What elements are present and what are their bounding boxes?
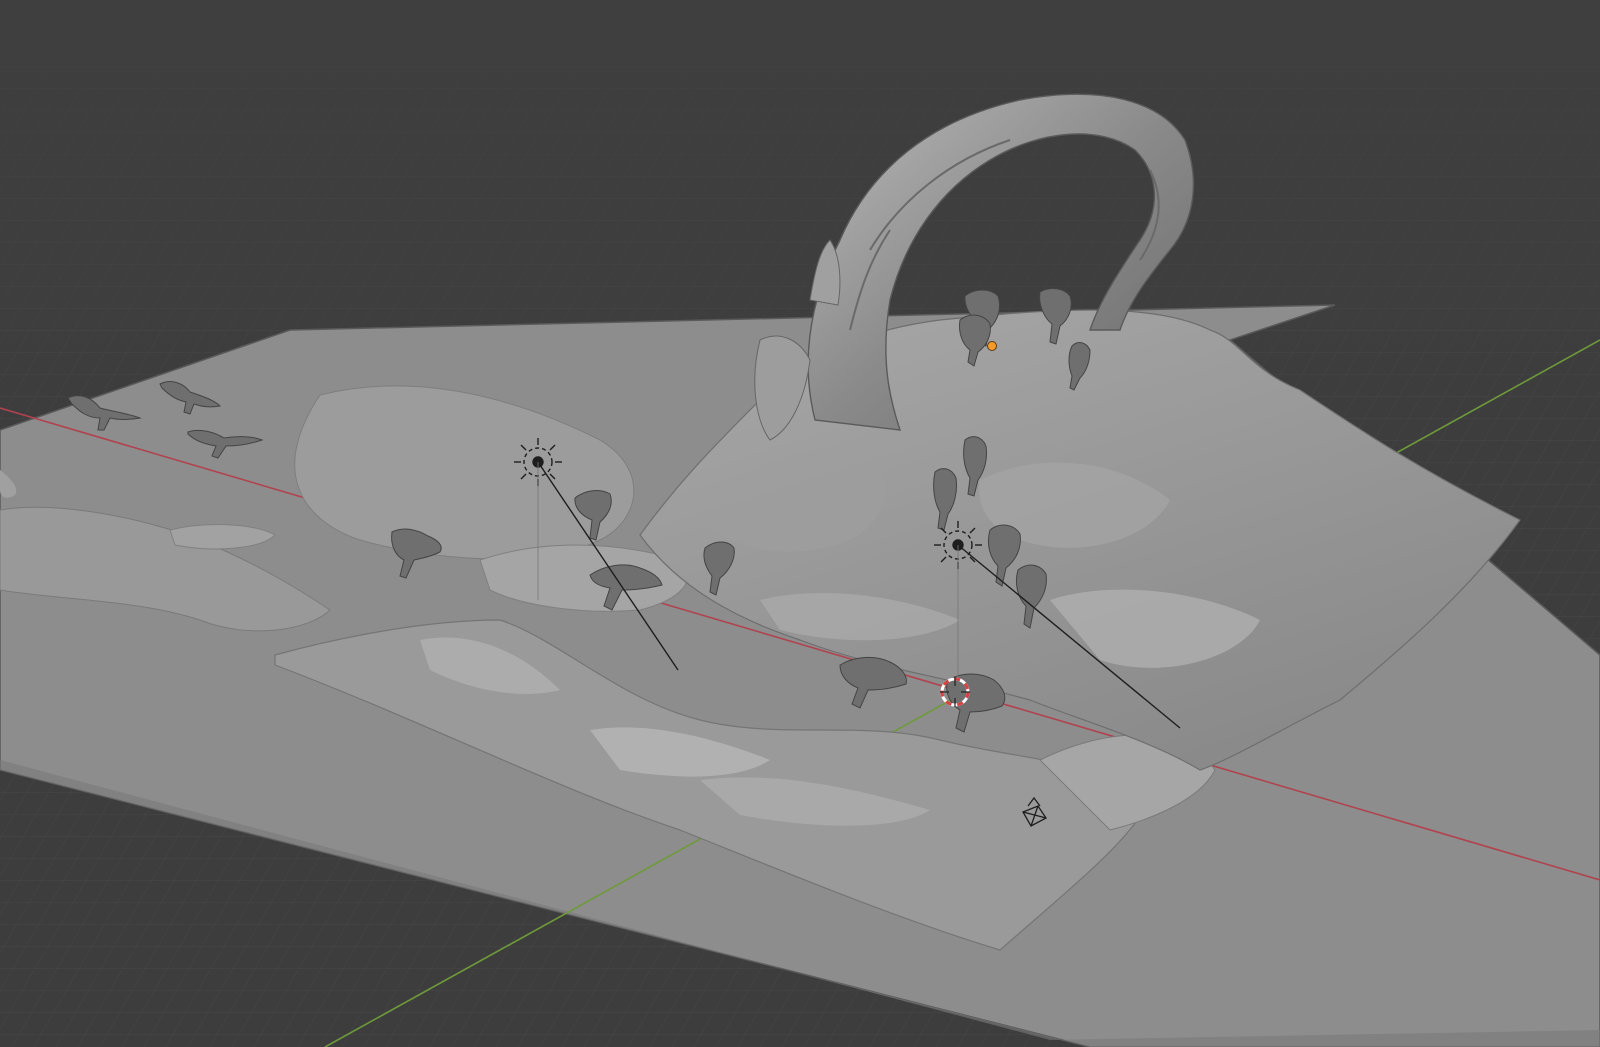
3d-viewport[interactable] xyxy=(0,0,1600,1047)
object-origin-dot[interactable] xyxy=(987,341,997,351)
viewport-canvas[interactable] xyxy=(0,0,1600,1047)
